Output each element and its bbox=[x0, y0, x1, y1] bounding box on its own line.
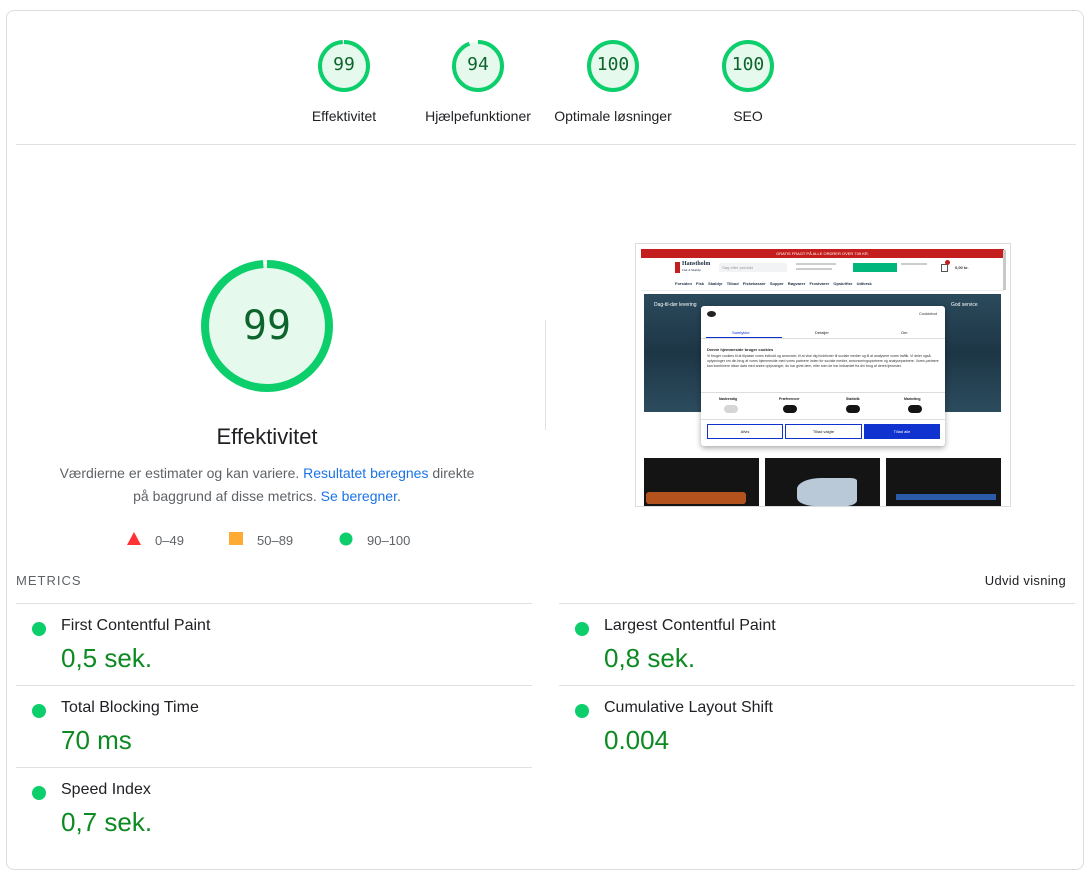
pass-circle-icon bbox=[32, 704, 46, 718]
triangle-icon bbox=[127, 532, 141, 548]
product-tile bbox=[765, 458, 880, 506]
legend-range: 0–49 bbox=[155, 532, 184, 548]
metric-label: Cumulative Layout Shift bbox=[604, 699, 773, 716]
screenshot-nav: Forsiden Fisk Skaldyr Tilbud Fiskekasser… bbox=[641, 278, 1004, 291]
metric-value: 0,5 sek. bbox=[61, 643, 153, 673]
metric-divider bbox=[16, 767, 532, 768]
hero-right-text: God service bbox=[951, 302, 978, 308]
desc-text: . bbox=[396, 488, 401, 504]
gauge-label: Effektivitet bbox=[311, 108, 377, 124]
gauge-label: Hjælpefunktioner bbox=[425, 108, 531, 124]
cart-badge bbox=[945, 260, 950, 265]
gauge-label: Optimale løsninger bbox=[554, 108, 672, 124]
performance-score: 99 bbox=[242, 303, 292, 349]
screenshot-banner: GRATIS FRAGT PÅ ALLE ORDRER OVER 749 KR. bbox=[641, 249, 1004, 258]
metric-label: Speed Index bbox=[61, 781, 151, 798]
gauge-seo[interactable]: 100 SEO bbox=[688, 38, 808, 124]
hero-left-text: Dag-til-dør levering bbox=[654, 302, 697, 308]
gauge-score: 94 bbox=[467, 54, 489, 75]
screenshot-scrollbar bbox=[1003, 250, 1006, 290]
cookie-heading: Denne hjemmeside bruger cookies bbox=[707, 347, 774, 352]
logo-mark bbox=[675, 262, 680, 273]
metric-label: Largest Contentful Paint bbox=[604, 617, 776, 634]
screenshot-logo: Hanstholm bbox=[682, 261, 711, 267]
performance-description: Værdierne er estimater og kan variere. R… bbox=[50, 462, 484, 508]
legend-average: 50–89 bbox=[229, 530, 293, 550]
gauge-performance[interactable]: 99 Effektivitet bbox=[284, 38, 404, 124]
product-image bbox=[896, 494, 996, 500]
legend-range: 90–100 bbox=[367, 532, 411, 548]
trustpilot-text bbox=[901, 263, 927, 265]
metric-divider bbox=[559, 603, 1075, 604]
header-divider bbox=[16, 144, 1076, 145]
desc-text: Værdierne er estimater og kan variere. bbox=[59, 465, 304, 481]
metrics-heading: METRICS bbox=[16, 573, 82, 588]
cookie-allow-all-button: Tillad alle bbox=[864, 424, 940, 439]
screenshot-logo-sub: Fisk & Skaldyr bbox=[682, 268, 702, 272]
metric-divider bbox=[16, 685, 532, 686]
usp-line bbox=[796, 263, 836, 265]
pass-circle-icon bbox=[575, 704, 589, 718]
vertical-divider bbox=[545, 320, 546, 430]
legend-fail: 0–49 bbox=[127, 530, 184, 550]
performance-gauge-large: 99 bbox=[199, 258, 335, 394]
cookie-text: Vi bruger cookies til at tilpasse vores … bbox=[707, 354, 939, 368]
product-image bbox=[646, 492, 746, 504]
cart-icon bbox=[941, 264, 948, 272]
legend-pass: 90–100 bbox=[339, 530, 410, 550]
metric-value: 70 ms bbox=[61, 725, 132, 755]
cookie-dialog: Cookiebot Samtykke Detaljer Om Denne hje… bbox=[701, 306, 945, 446]
metric-label: First Contentful Paint bbox=[61, 617, 211, 634]
circle-icon bbox=[339, 532, 353, 549]
pass-circle-icon bbox=[32, 622, 46, 636]
pass-circle-icon bbox=[575, 622, 589, 636]
metric-divider bbox=[16, 603, 532, 604]
cookie-allow-selected-button: Tillad valgte bbox=[785, 424, 862, 439]
calculator-link[interactable]: Se beregner bbox=[321, 488, 397, 504]
cookie-toggles: Nødvendig Præferencer Statistik Marketin… bbox=[701, 392, 945, 420]
usp-line bbox=[796, 268, 832, 270]
metric-label: Total Blocking Time bbox=[61, 699, 199, 716]
product-image bbox=[797, 478, 857, 506]
legend-range: 50–89 bbox=[257, 532, 294, 548]
product-tile bbox=[644, 458, 759, 506]
product-tile bbox=[886, 458, 1001, 506]
expand-view-toggle[interactable]: Udvid visning bbox=[985, 573, 1066, 588]
cookiebot-logo: Cookiebot bbox=[918, 311, 937, 316]
metric-divider bbox=[559, 685, 1075, 686]
square-icon bbox=[229, 532, 243, 548]
trustpilot-stars bbox=[853, 263, 897, 272]
cookie-tabs: Samtykke Detaljer Om bbox=[701, 328, 945, 339]
metric-value: 0,7 sek. bbox=[61, 807, 153, 837]
screenshot-header: Hanstholm Fisk & Skaldyr Søg efter produ… bbox=[641, 258, 1004, 278]
screenshot-nav-items: Forsiden Fisk Skaldyr Tilbud Fiskekasser… bbox=[675, 281, 872, 286]
gauge-accessibility[interactable]: 94 Hjælpefunktioner bbox=[418, 38, 538, 124]
screenshot-search: Søg efter produkt bbox=[719, 263, 787, 272]
metric-value: 0,8 sek. bbox=[604, 643, 696, 673]
pass-circle-icon bbox=[32, 786, 46, 800]
cart-total: 0,00 kr. bbox=[955, 265, 969, 270]
gauge-label: SEO bbox=[733, 108, 763, 124]
gauge-best-practices[interactable]: 100 Optimale løsninger bbox=[553, 38, 673, 124]
gauge-score: 100 bbox=[731, 54, 765, 75]
metric-value: 0.004 bbox=[604, 725, 670, 755]
cookie-reject-button: Afvis bbox=[707, 424, 783, 439]
cookie-icon bbox=[707, 311, 716, 317]
gauge-score: 99 bbox=[333, 54, 355, 75]
final-screenshot: GRATIS FRAGT PÅ ALLE ORDRER OVER 749 KR.… bbox=[635, 243, 1011, 507]
performance-title: Effektivitet bbox=[216, 424, 318, 449]
calculation-link[interactable]: Resultatet beregnes bbox=[303, 465, 428, 481]
category-gauges: 99 Effektivitet 94 Hjælpefunktioner 100 … bbox=[0, 0, 1092, 140]
gauge-score: 100 bbox=[596, 54, 630, 75]
